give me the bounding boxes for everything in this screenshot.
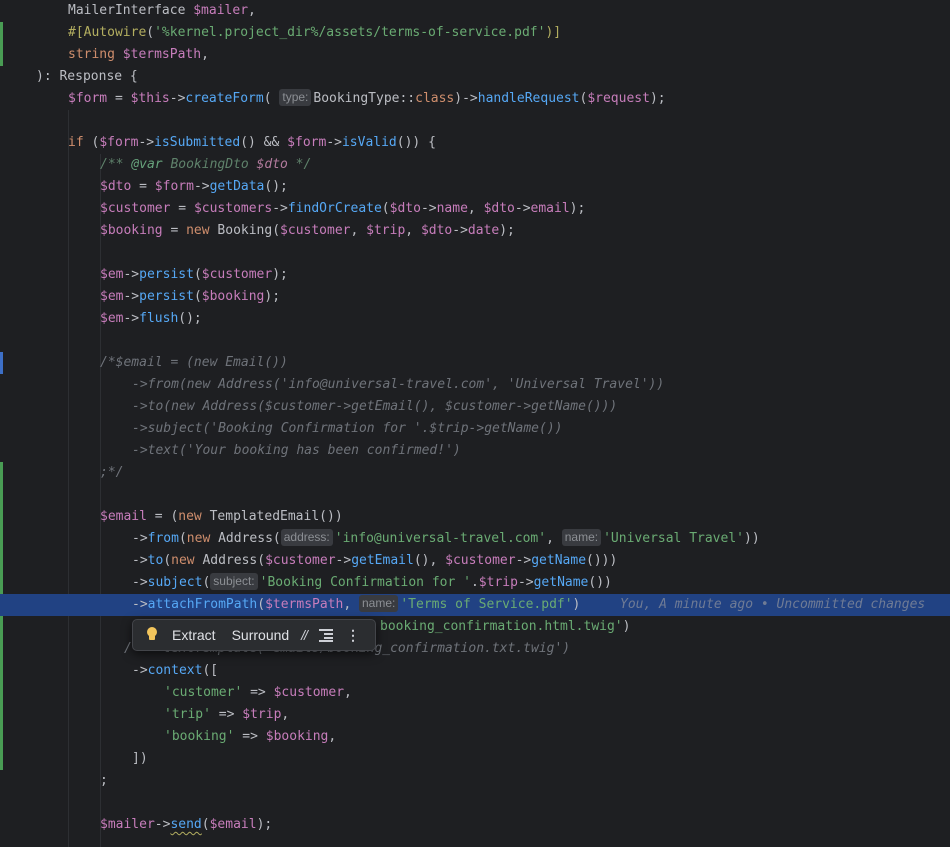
surround-button[interactable]: Surround [228, 627, 294, 643]
code-line[interactable]: 'customer' => $customer, [0, 682, 950, 704]
code-editor[interactable]: MailerInterface $mailer, #[Autowire('%ke… [0, 0, 950, 847]
code-line[interactable]: ->to(new Address($customer->getEmail(), … [0, 550, 950, 572]
code-line[interactable]: 'trip' => $trip, [0, 704, 950, 726]
code-line[interactable]: ->text('Your booking has been confirmed!… [0, 440, 950, 462]
param-hint: type: [279, 89, 312, 106]
code-line[interactable]: ->from(new Address('info@universal-trave… [0, 374, 950, 396]
param-hint: address: [280, 529, 333, 546]
param-hint: subject: [210, 573, 258, 590]
code-line[interactable]: #[Autowire('%kernel.project_dir%/assets/… [0, 22, 950, 44]
git-blame-annotation[interactable]: You, A minute ago • Uncommitted changes [620, 594, 925, 616]
code-line[interactable]: ): Response { [0, 66, 950, 88]
code-line[interactable]: ; [0, 770, 950, 792]
code-line[interactable]: ->subject('Booking Confirmation for '.$t… [0, 418, 950, 440]
code-line[interactable]: ->subject(subject: 'Booking Confirmation … [0, 572, 950, 594]
code-line[interactable]: $email = (new TemplatedEmail()) [0, 506, 950, 528]
code-line[interactable]: /** @var BookingDto $dto */ [0, 154, 950, 176]
code-line[interactable]: string $termsPath, [0, 44, 950, 66]
code-line[interactable]: if ($form->isSubmitted() && $form->isVal… [0, 132, 950, 154]
code-line[interactable]: $dto = $form->getData(); [0, 176, 950, 198]
code-line[interactable]: $booking = new Booking($customer, $trip,… [0, 220, 950, 242]
code-line[interactable]: ->to(new Address($customer->getEmail(), … [0, 396, 950, 418]
code-line[interactable]: $form = $this->createForm( type: BookingT… [0, 88, 950, 110]
lightbulb-icon[interactable] [146, 627, 158, 643]
reformat-icon[interactable] [318, 629, 333, 642]
code-line[interactable]: ->context([ [0, 660, 950, 682]
comment-icon[interactable]: // [301, 627, 308, 643]
floating-intention-toolbar: Extract Surround // ⋮ [132, 619, 376, 651]
code-line[interactable]: /*$email = (new Email()) [0, 352, 950, 374]
code-line[interactable]: $mailer->send($email); [0, 814, 950, 836]
code-line[interactable]: $customer = $customers->findOrCreate($dt… [0, 198, 950, 220]
extract-button[interactable]: Extract [168, 627, 220, 643]
code-line[interactable]: $em->persist($booking); [0, 286, 950, 308]
current-line[interactable]: ->attachFromPath($termsPath, name: 'Terms… [0, 594, 950, 616]
code-line[interactable]: MailerInterface $mailer, [0, 0, 950, 22]
code-line[interactable]: 'booking' => $booking, [0, 726, 950, 748]
more-vertical-icon[interactable]: ⋮ [346, 627, 360, 644]
code-line[interactable]: $em->persist($customer); [0, 264, 950, 286]
code-line[interactable]: ;*/ [0, 462, 950, 484]
param-hint: name: [561, 529, 602, 546]
param-hint: name: [359, 595, 399, 612]
code-line[interactable]: ]) [0, 748, 950, 770]
code-line[interactable]: ->from(new Address(address:'info@univers… [0, 528, 950, 550]
code-line[interactable]: $em->flush(); [0, 308, 950, 330]
